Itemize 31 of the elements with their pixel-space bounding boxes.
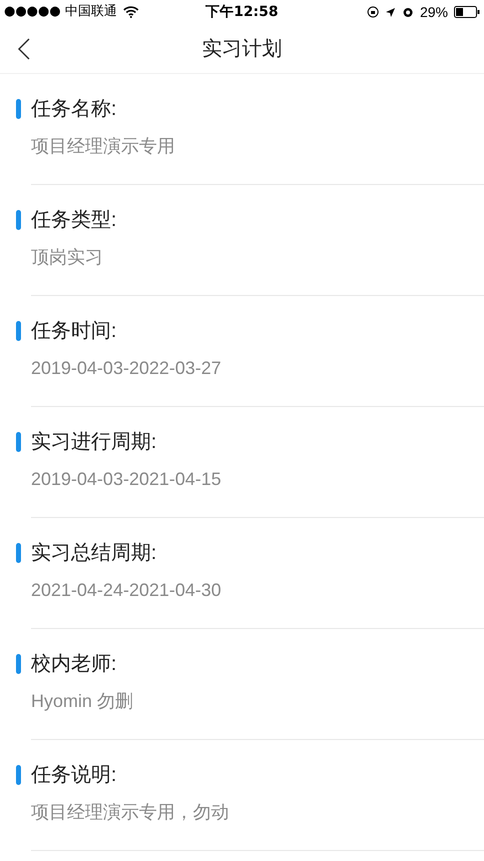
field-label: 任务时间:: [31, 319, 117, 343]
field-value: Hyomin 勿删: [31, 690, 134, 712]
field-label: 任务说明:: [31, 763, 117, 787]
field-label: 任务名称:: [31, 97, 117, 121]
field-label: 实习总结周期:: [31, 541, 157, 565]
field-value: 2019-04-03-2021-04-15: [31, 468, 222, 490]
field-label: 校内老师:: [31, 652, 117, 676]
accent-bar: [16, 99, 21, 119]
battery-icon: [454, 6, 480, 18]
battery-percent: 29%: [420, 2, 448, 22]
clock-text: 下午12:58: [206, 2, 278, 22]
field-label: 任务类型:: [31, 208, 117, 232]
field-value: 2021-04-24-2021-04-30: [31, 579, 222, 601]
accent-bar: [16, 543, 21, 563]
rotation-lock-icon: [366, 6, 379, 18]
field-value: 项目经理演示专用: [31, 135, 176, 157]
accent-bar: [16, 321, 21, 341]
accent-bar: [16, 765, 21, 785]
field-value: 项目经理演示专用，勿动: [31, 801, 230, 823]
accent-bar: [16, 432, 21, 452]
field-value: 2019-04-03-2022-03-27: [31, 357, 222, 379]
alarm-icon: [402, 6, 414, 18]
accent-bar: [16, 210, 21, 230]
field-value: 顶岗实习: [31, 246, 104, 268]
field-label: 实习进行周期:: [31, 430, 157, 454]
back-chevron-icon: [18, 38, 30, 60]
carrier-text: ●●●●● 中国联通: [4, 3, 117, 22]
page-title: 实习计划: [202, 36, 282, 62]
location-arrow-icon: [384, 6, 396, 18]
accent-bar: [16, 654, 21, 674]
wifi-icon: [122, 6, 139, 18]
